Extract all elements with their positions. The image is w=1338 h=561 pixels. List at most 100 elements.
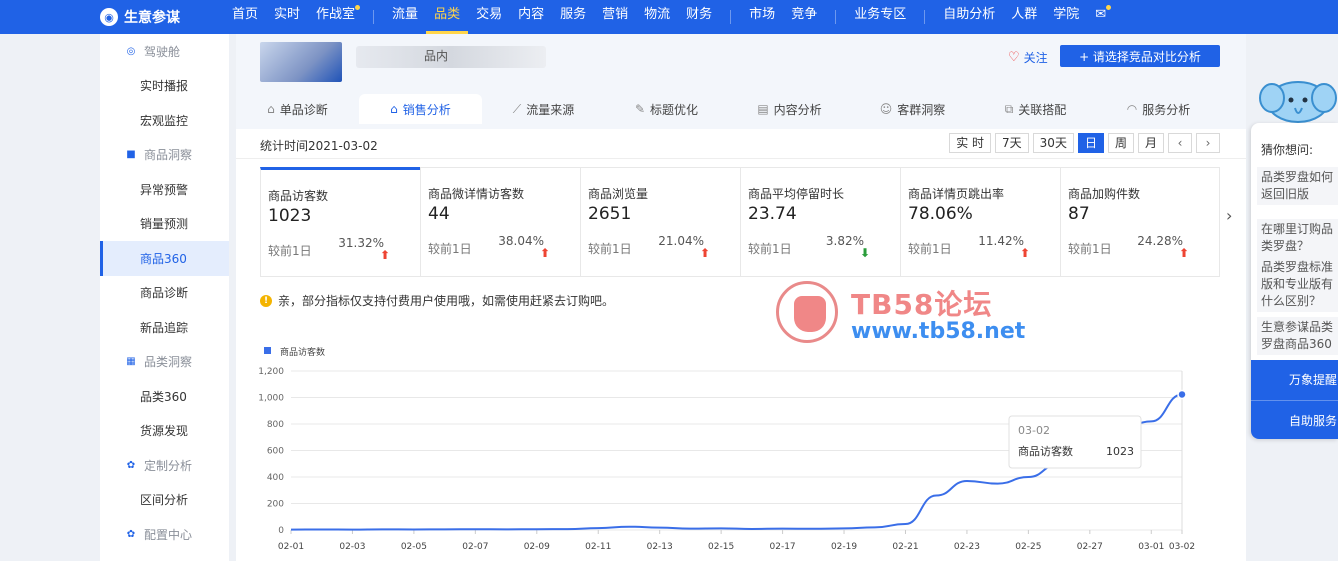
period-button[interactable]: 7天 bbox=[995, 133, 1029, 153]
metric-card[interactable]: 商品详情页跳出率 78.06% 较前1日 11.42% ⬆ bbox=[900, 167, 1060, 277]
nav-item[interactable]: 实时 bbox=[266, 0, 308, 34]
x-tick-label: 02-03 bbox=[339, 542, 365, 552]
period-button[interactable]: 实 时 bbox=[949, 133, 992, 153]
sidebar-item[interactable]: 新品追踪 bbox=[100, 310, 229, 345]
metric-card[interactable]: 商品加购件数 87 较前1日 24.28% ⬆ bbox=[1060, 167, 1220, 277]
sidebar-item-label: 宏观监控 bbox=[140, 113, 189, 128]
sidebar-item[interactable]: 货源发现 bbox=[100, 414, 229, 449]
sidebar-group[interactable]: ◎ 驾驶舱 bbox=[100, 34, 229, 69]
tab-3[interactable]: ⟋ 流量来源 bbox=[482, 94, 605, 124]
metric-label: 商品访客数 bbox=[268, 189, 329, 203]
assistant-panel: 猜你想问: 品类罗盘如何返回旧版 在哪里订购品类罗盘？ 品类罗盘标准版和专业版有什么… bbox=[1251, 123, 1338, 439]
metric-value: 23.74 bbox=[748, 204, 797, 224]
nav-item[interactable]: 流量 bbox=[384, 0, 426, 34]
assistant-question[interactable]: 在哪里订购品类罗盘？ bbox=[1257, 219, 1338, 257]
tab-7[interactable]: ⧉ 关联搭配 bbox=[974, 94, 1097, 124]
period-button[interactable]: 日 bbox=[1077, 133, 1104, 153]
nav-item-label: 竞争 bbox=[791, 7, 818, 22]
metric-card[interactable]: 商品微详情访客数 44 较前1日 38.04% ⬆ bbox=[420, 167, 580, 277]
sidebar-item[interactable]: 品类360 bbox=[100, 379, 229, 414]
nav-item-label: 服务 bbox=[560, 7, 587, 22]
nav-item-label: 人群 bbox=[1011, 7, 1038, 22]
nav-item[interactable]: 自助分析 bbox=[935, 0, 1003, 34]
period-arrow-button[interactable]: ‹ bbox=[1168, 133, 1192, 153]
tab-5[interactable]: ▤ 内容分析 bbox=[728, 94, 851, 124]
sidebar-item[interactable]: 销量预测 bbox=[100, 207, 229, 242]
logo[interactable]: ◉ 生意参谋 bbox=[100, 7, 210, 27]
nav-item[interactable]: 竞争 bbox=[783, 0, 825, 34]
tab-label: 标题优化 bbox=[650, 102, 699, 117]
tab-1[interactable]: ⌂ 单品诊断 bbox=[236, 94, 359, 124]
tab-8[interactable]: ◠ 服务分析 bbox=[1097, 94, 1220, 124]
nav-item-label: 作战室 bbox=[316, 7, 356, 22]
nav-item[interactable]: 市场 bbox=[741, 0, 783, 34]
period-button[interactable]: 30天 bbox=[1032, 133, 1074, 153]
sidebar-item[interactable]: 区间分析 bbox=[100, 483, 229, 518]
arrow-up-icon: ⬆ bbox=[539, 246, 550, 260]
nav-item[interactable]: 品类 bbox=[426, 0, 469, 34]
nav-item[interactable]: 作战室 bbox=[308, 0, 363, 34]
sidebar-item[interactable]: 异常预警 bbox=[100, 172, 229, 207]
metric-card[interactable]: 商品平均停留时长 23.74 较前1日 3.82% ⬇ bbox=[740, 167, 900, 277]
wanxiang-reminder-button[interactable]: 万象提醒 bbox=[1251, 360, 1338, 400]
sidebar-group[interactable]: ■ 商品洞察 bbox=[100, 138, 229, 173]
data-point[interactable] bbox=[1177, 389, 1187, 400]
nav-separator bbox=[373, 10, 375, 24]
legend-label: 商品访客数 bbox=[280, 346, 325, 358]
tab-4[interactable]: ✎ 标题优化 bbox=[605, 94, 728, 124]
x-tick-label: 02-19 bbox=[831, 542, 857, 552]
nav-item-label: 内容 bbox=[518, 7, 545, 22]
self-service-button[interactable]: 自助服务 bbox=[1251, 400, 1338, 439]
elephant-mascot-icon[interactable] bbox=[1258, 72, 1338, 124]
y-tick-label: 0 bbox=[278, 526, 284, 536]
nav-item[interactable]: 交易 bbox=[468, 0, 510, 34]
metric-card[interactable]: 商品访客数 1023 较前1日 31.32% ⬆ bbox=[260, 167, 420, 277]
notification-dot bbox=[355, 5, 361, 10]
nav-item[interactable]: 服务 bbox=[552, 0, 594, 34]
nav-item[interactable]: 首页 bbox=[224, 0, 266, 34]
tab-2[interactable]: ⌂ 销售分析 bbox=[359, 94, 482, 124]
assistant-question[interactable]: 生意参谋品类罗盘商品360 bbox=[1257, 317, 1338, 355]
sidebar-item-label: 新品追踪 bbox=[140, 320, 189, 335]
sidebar-item-label: 异常预警 bbox=[140, 182, 189, 197]
watermark-hand-logo bbox=[776, 281, 838, 343]
compare-button[interactable]: + 请选择竞品对比分析 bbox=[1060, 45, 1220, 67]
period-button[interactable]: 周 bbox=[1107, 133, 1134, 153]
period-button[interactable]: 月 bbox=[1137, 133, 1164, 153]
x-tick-label: 02-21 bbox=[892, 542, 918, 552]
app-name: 生意参谋 bbox=[124, 10, 180, 26]
sidebar-item[interactable]: 商品诊断 bbox=[100, 276, 229, 311]
sidebar-group[interactable]: ✿ 定制分析 bbox=[100, 448, 229, 483]
sidebar-group[interactable]: ✿ 配置中心 bbox=[100, 517, 229, 552]
metric-change-percent: 3.82% bbox=[825, 234, 864, 248]
metric-value: 44 bbox=[428, 204, 450, 224]
watermark-url: www.tb58.net bbox=[851, 319, 1026, 344]
sidebar-item[interactable]: 商品360 bbox=[100, 241, 229, 276]
nav-item[interactable]: 内容 bbox=[510, 0, 552, 34]
arrow-up-icon: ⬆ bbox=[699, 246, 710, 260]
sidebar-group[interactable]: ▦ 品类洞察 bbox=[100, 345, 229, 380]
tooltip-title: 03-02 bbox=[1018, 424, 1050, 437]
assistant-question[interactable]: 品类罗盘如何返回旧版 bbox=[1257, 167, 1338, 205]
metric-compare-label: 较前1日 bbox=[748, 242, 792, 256]
sidebar-item[interactable]: 实时播报 bbox=[100, 69, 229, 104]
nav-item-label: 品类 bbox=[434, 7, 461, 22]
sidebar-item[interactable]: 宏观监控 bbox=[100, 103, 229, 138]
assistant-question[interactable]: 品类罗盘标准版和专业版有什么区别？ bbox=[1257, 257, 1338, 312]
metrics-next-arrow[interactable]: › bbox=[1226, 206, 1232, 225]
nav-item[interactable]: 业务专区 bbox=[846, 0, 914, 34]
nav-item[interactable]: 学院 bbox=[1045, 0, 1087, 34]
follow-button[interactable]: ♡ 关注 bbox=[1008, 49, 1048, 66]
metric-value: 78.06% bbox=[908, 204, 973, 224]
tab-6[interactable]: ☺ 客群洞察 bbox=[851, 94, 974, 124]
notice-text: 亲，部分指标仅支持付费用户使用哦，如需使用赶紧去订购吧。 bbox=[278, 294, 615, 308]
sidebar-item-label: 商品洞察 bbox=[144, 148, 193, 163]
nav-item[interactable]: 营销 bbox=[594, 0, 636, 34]
nav-item[interactable]: 财务 bbox=[678, 0, 720, 34]
product-image[interactable] bbox=[260, 42, 342, 82]
metric-card[interactable]: 商品浏览量 2651 较前1日 21.04% ⬆ bbox=[580, 167, 740, 277]
nav-item[interactable]: 物流 bbox=[636, 0, 678, 34]
nav-item[interactable]: 人群 bbox=[1003, 0, 1045, 34]
nav-item[interactable]: ✉ bbox=[1087, 0, 1114, 34]
period-arrow-button[interactable]: › bbox=[1196, 133, 1220, 153]
